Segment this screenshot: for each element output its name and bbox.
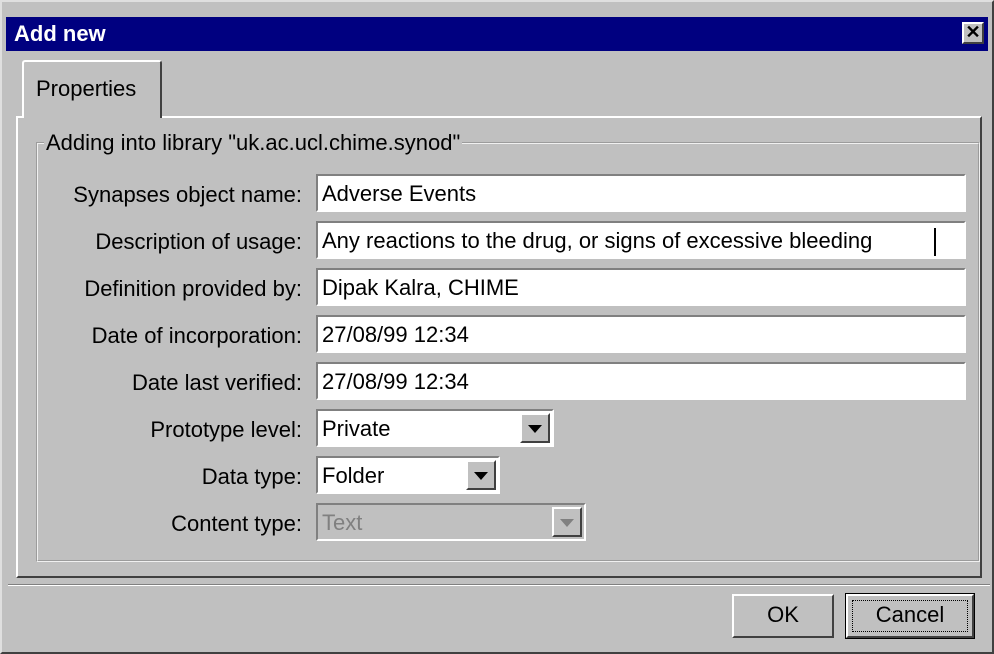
text-caret (934, 228, 936, 256)
window-title: Add new (14, 21, 106, 46)
ok-button[interactable]: OK (732, 594, 834, 638)
close-button[interactable]: ✕ (962, 22, 984, 44)
add-new-dialog: Add new ✕ Properties Adding into library… (0, 0, 994, 654)
date-incorporation-label: Date of incorporation: (91, 323, 302, 348)
close-icon: ✕ (965, 22, 981, 42)
prototype-level-select[interactable]: Private (316, 409, 554, 447)
prototype-level-dropdown-button[interactable] (520, 413, 550, 443)
definition-by-input[interactable]: Dipak Kalra, CHIME (316, 268, 966, 306)
definition-by-label: Definition provided by: (84, 276, 302, 301)
date-verified-input[interactable]: 27/08/99 12:34 (316, 362, 966, 400)
object-name-label: Synapses object name: (73, 182, 302, 207)
prototype-level-label: Prototype level: (150, 417, 302, 442)
chevron-down-icon (560, 519, 574, 527)
groupbox-legend: Adding into library "uk.ac.ucl.chime.syn… (44, 130, 463, 156)
chevron-down-icon (528, 425, 542, 433)
tab-properties[interactable]: Properties (22, 60, 162, 118)
data-type-select[interactable]: Folder (316, 456, 500, 494)
content-type-label: Content type: (171, 511, 302, 536)
prototype-level-value: Private (322, 416, 391, 441)
data-type-label: Data type: (201, 464, 302, 489)
button-separator (8, 584, 990, 586)
content-type-dropdown-button (552, 507, 582, 537)
date-incorporation-input[interactable]: 27/08/99 12:34 (316, 315, 966, 353)
chevron-down-icon (474, 472, 488, 480)
data-type-value: Folder (322, 463, 385, 488)
date-verified-label: Date last verified: (132, 370, 302, 395)
tab-label: Properties (36, 76, 137, 101)
content-type-select: Text (316, 503, 586, 541)
object-name-input[interactable]: Adverse Events (316, 174, 966, 212)
description-label: Description of usage: (95, 229, 302, 254)
cancel-button[interactable]: Cancel (845, 593, 975, 639)
data-type-dropdown-button[interactable] (466, 460, 496, 490)
description-input[interactable]: Any reactions to the drug, or signs of e… (316, 221, 966, 259)
content-type-value: Text (322, 510, 363, 535)
title-bar[interactable]: Add new ✕ (6, 17, 988, 51)
focus-ring (852, 600, 968, 632)
